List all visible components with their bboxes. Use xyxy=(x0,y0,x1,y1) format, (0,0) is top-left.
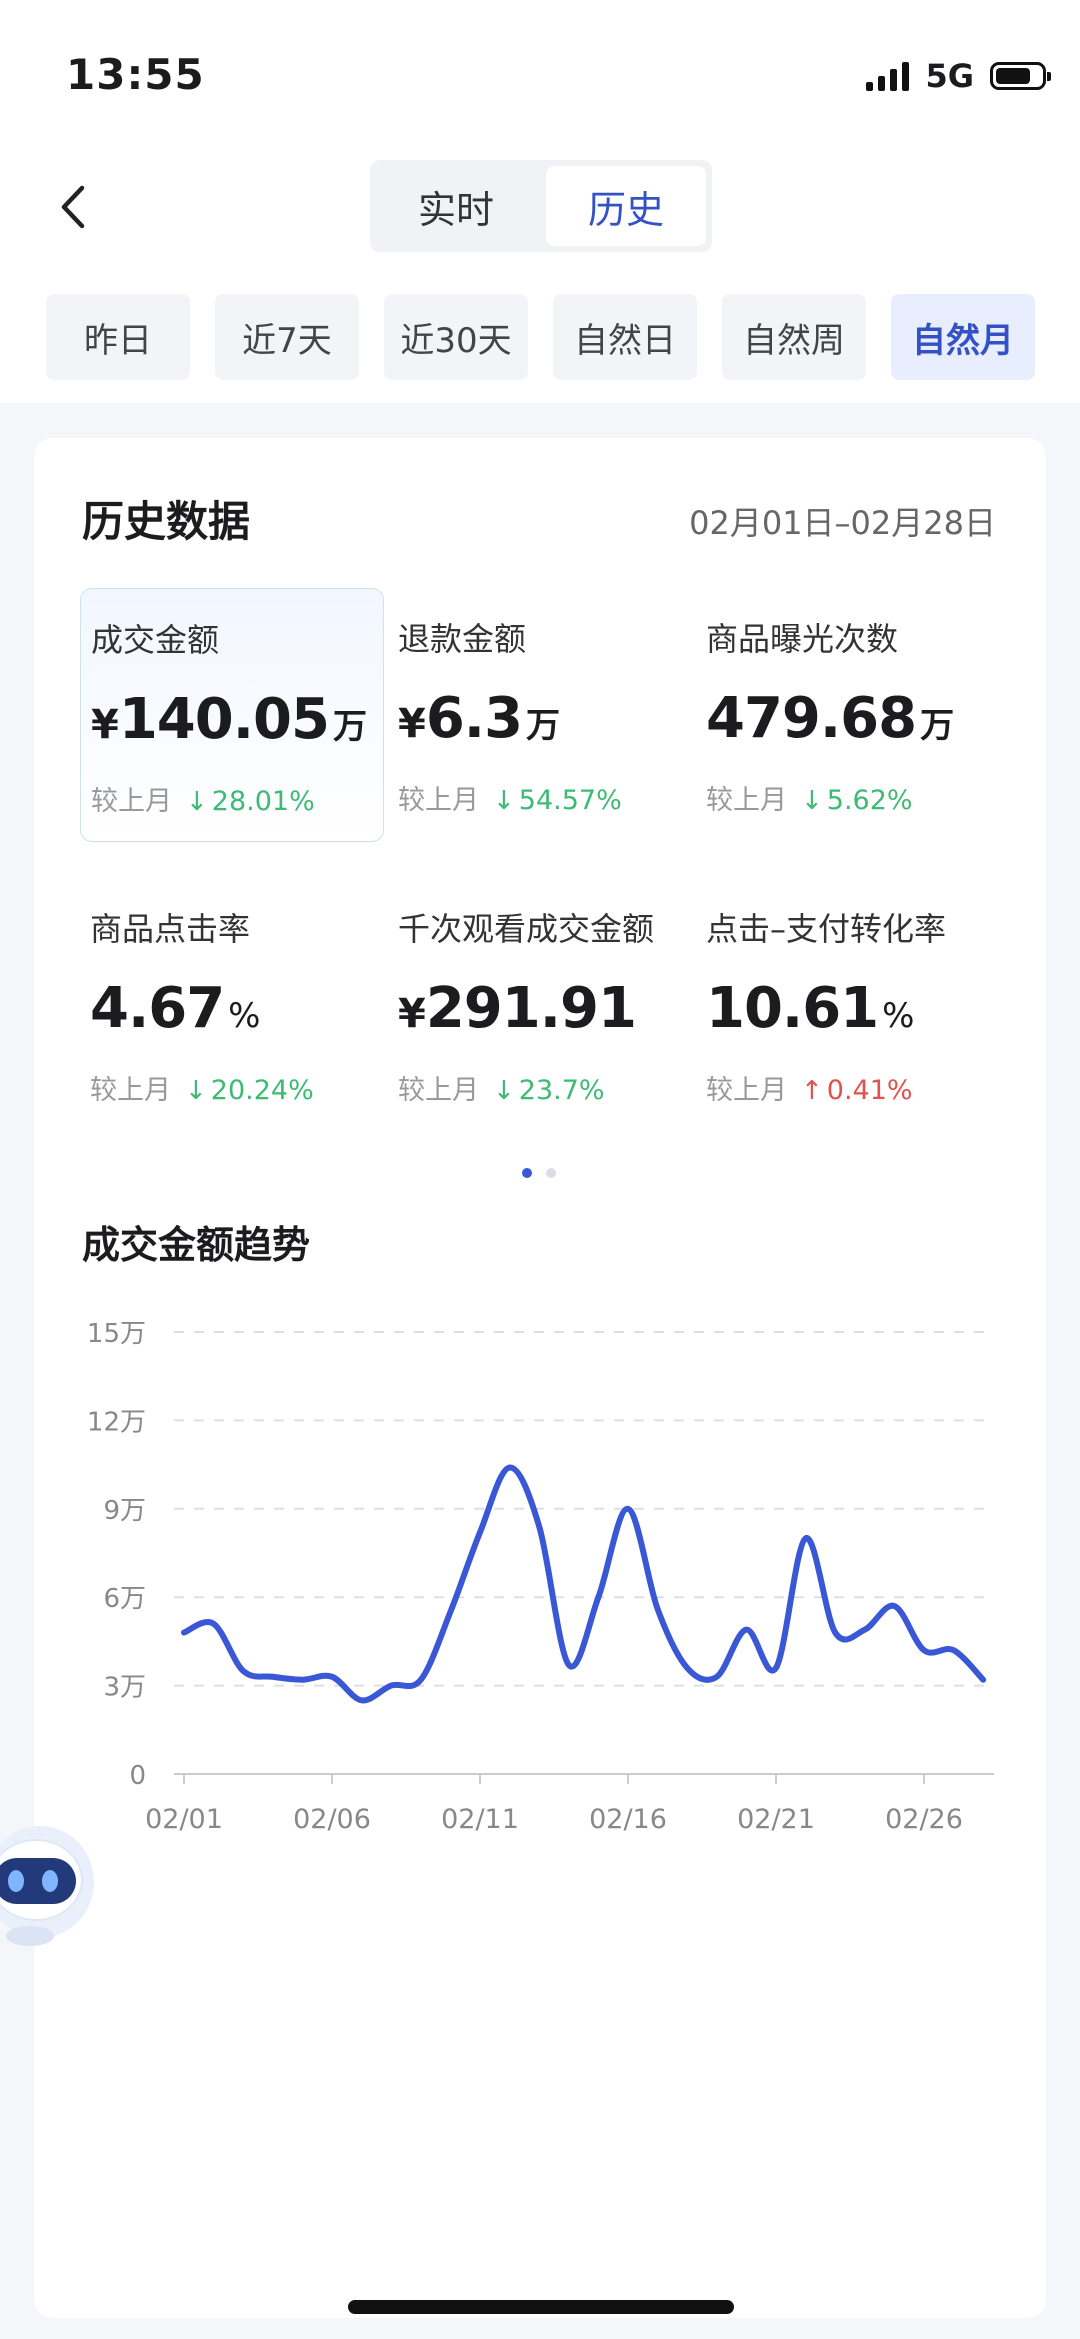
assistant-robot-icon[interactable] xyxy=(0,1802,100,1950)
x-tick-label: 02/21 xyxy=(737,1804,815,1835)
x-tick-label: 02/01 xyxy=(145,1804,223,1835)
tab-yesterday[interactable]: 昨日 xyxy=(46,294,190,380)
x-tick-label: 02/11 xyxy=(441,1804,519,1835)
tab-history[interactable]: 历史 xyxy=(546,166,706,246)
tab-realtime[interactable]: 实时 xyxy=(376,166,536,246)
tab-last-30-days[interactable]: 近30天 xyxy=(384,294,528,380)
tab-last-7-days[interactable]: 近7天 xyxy=(215,294,359,380)
mode-segmented-control: 实时 历史 xyxy=(370,160,712,252)
series-line xyxy=(181,1464,987,1704)
tab-natural-week[interactable]: 自然周 xyxy=(722,294,866,380)
y-tick-label: 9万 xyxy=(103,1496,146,1526)
y-tick-label: 0 xyxy=(129,1761,146,1791)
home-indicator xyxy=(348,2300,734,2314)
history-data-card: 历史数据 02月01日–02月28日 成交金额 ¥140.05 万 较上月 ↓ 28.… xyxy=(34,438,1046,2318)
back-icon[interactable] xyxy=(54,182,94,232)
signal-icon xyxy=(866,61,910,91)
x-tick-label: 02/26 xyxy=(885,1804,963,1835)
x-tick-label: 02/06 xyxy=(293,1804,371,1835)
period-tabs: 昨日 近7天 近30天 自然日 自然周 自然月 xyxy=(46,294,1036,380)
network-label: 5G xyxy=(925,57,974,95)
status-time: 13:55 xyxy=(66,50,205,99)
x-tick-label: 02/16 xyxy=(589,1804,667,1835)
y-tick-label: 3万 xyxy=(103,1673,146,1703)
tab-natural-day[interactable]: 自然日 xyxy=(553,294,697,380)
gmv-trend-chart[interactable]: 0 3万 6万 9万 12万 15万 02/01 02/06 02/11 02/16 02/21 02… xyxy=(34,438,1046,2318)
battery-icon xyxy=(990,62,1051,90)
y-tick-label: 15万 xyxy=(87,1319,146,1349)
tab-natural-month[interactable]: 自然月 xyxy=(891,294,1035,380)
y-tick-label: 6万 xyxy=(103,1584,146,1614)
top-header: 13:55 5G 实时 历史 昨日 近7天 近30天 自然日 自然周 自然月 xyxy=(0,0,1080,403)
status-icons: 5G xyxy=(866,56,1051,96)
y-tick-label: 12万 xyxy=(87,1407,146,1437)
